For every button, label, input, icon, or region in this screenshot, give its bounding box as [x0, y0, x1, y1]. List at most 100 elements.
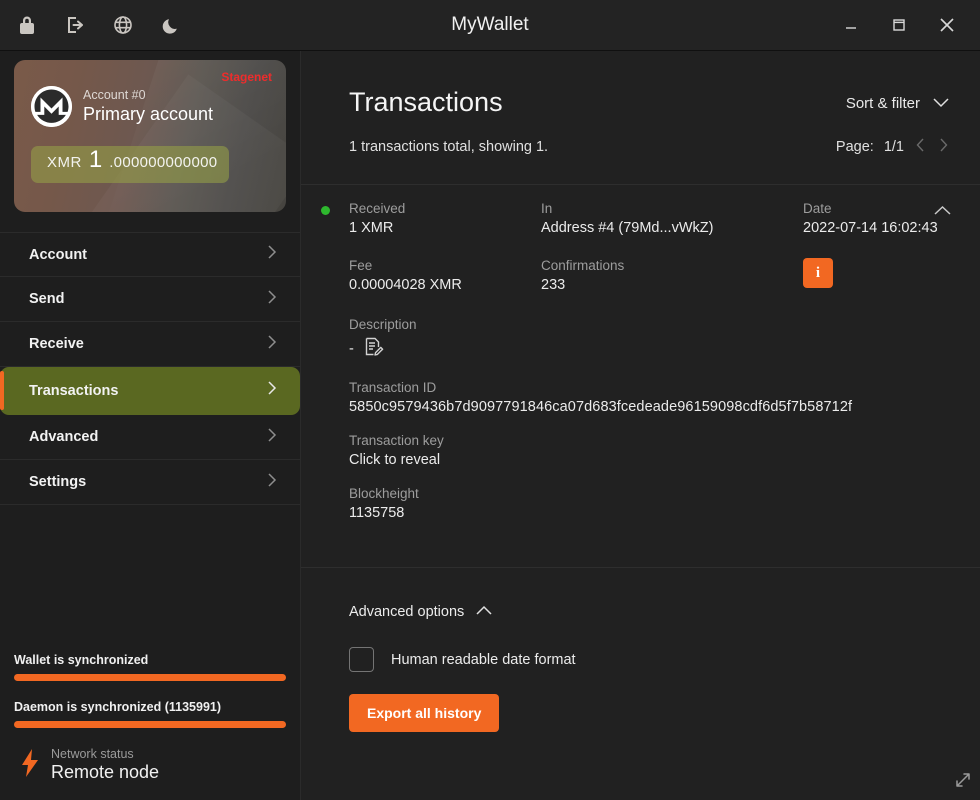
sidebar-item-advanced[interactable]: Advanced [0, 415, 300, 460]
info-button[interactable]: i [803, 258, 833, 288]
monero-logo-icon [31, 86, 72, 127]
pagination: Page: 1/1 [836, 138, 950, 156]
account-identity: Account #0 Primary account [83, 88, 213, 125]
human-readable-date-row: Human readable date format [349, 647, 950, 672]
close-button[interactable] [934, 12, 960, 38]
transaction-in-field: In Address #4 (79Md...vWkZ) [541, 201, 803, 236]
sidebar-item-label: Transactions [29, 383, 118, 399]
sidebar: Stagenet Account #0 Primary account XMR … [0, 51, 301, 800]
field-label: Fee [349, 258, 541, 273]
reveal-transaction-key-button[interactable]: Click to reveal [349, 452, 950, 468]
network-status[interactable]: Network status Remote node [14, 747, 286, 784]
transaction-item[interactable]: Received 1 XMR In Address #4 (79Md...vWk… [301, 184, 980, 568]
advanced-options-section: Advanced options Human readable date for… [301, 568, 980, 732]
transaction-fee-field: Fee 0.00004028 XMR [349, 258, 541, 293]
field-value: Address #4 (79Md...vWkZ) [541, 220, 803, 236]
transaction-status-dot [321, 206, 330, 215]
sidebar-item-label: Advanced [29, 429, 98, 445]
transaction-info-cell: i [803, 258, 950, 293]
sidebar-item-transactions[interactable]: Transactions [0, 367, 300, 415]
field-label: In [541, 201, 803, 216]
collapse-transaction-button[interactable] [933, 203, 952, 221]
transaction-details: Description - [349, 317, 950, 521]
resize-grip-icon[interactable] [954, 771, 972, 794]
wallet-sync-label: Wallet is synchronized [14, 653, 286, 667]
transaction-id-field: Transaction ID 5850c9579436b7d9097791846… [349, 380, 950, 415]
sidebar-nav: Account Send Receive Transactions [0, 232, 300, 505]
sort-filter-dropdown[interactable]: Sort & filter [846, 95, 950, 112]
page-value: 1/1 [884, 139, 904, 155]
chevron-down-icon [932, 95, 950, 112]
maximize-button[interactable] [886, 12, 912, 38]
balance-decimals: .000000000000 [109, 154, 217, 171]
field-label: Description [349, 317, 950, 332]
field-value[interactable]: 5850c9579436b7d9097791846ca07d683fcedead… [349, 399, 950, 415]
human-readable-date-checkbox[interactable] [349, 647, 374, 672]
lock-icon[interactable] [16, 14, 38, 36]
sidebar-item-receive[interactable]: Receive [0, 322, 300, 367]
chevron-right-icon [267, 244, 278, 265]
transaction-count-summary: 1 transactions total, showing 1. [349, 139, 548, 155]
sidebar-item-send[interactable]: Send [0, 277, 300, 322]
account-name: Primary account [83, 104, 213, 126]
main-content: Transactions Sort & filter 1 transaction… [301, 51, 980, 800]
globe-icon[interactable] [112, 14, 134, 36]
lightning-bolt-icon [20, 749, 40, 782]
field-label: Transaction ID [349, 380, 950, 395]
field-value: 1135758 [349, 505, 950, 521]
sidebar-item-label: Receive [29, 336, 84, 352]
balance-currency: XMR [47, 154, 82, 171]
human-readable-date-label: Human readable date format [391, 652, 576, 668]
edit-description-icon[interactable] [363, 336, 384, 362]
sync-status-panel: Wallet is synchronized Daemon is synchro… [0, 653, 300, 800]
minimize-button[interactable] [838, 12, 864, 38]
prev-page-button[interactable] [914, 138, 927, 156]
window-controls [838, 12, 980, 38]
header-bottom-row: 1 transactions total, showing 1. Page: 1… [349, 138, 950, 156]
chevron-up-icon [475, 604, 493, 620]
balance-integer: 1 [89, 146, 102, 174]
chevron-right-icon [267, 380, 278, 401]
account-card[interactable]: Stagenet Account #0 Primary account XMR … [14, 60, 286, 212]
moon-icon[interactable] [160, 14, 182, 36]
network-status-value: Remote node [51, 762, 159, 784]
network-status-text: Network status Remote node [51, 747, 159, 784]
network-status-label: Network status [51, 747, 159, 763]
transaction-key-field: Transaction key Click to reveal [349, 433, 950, 468]
page-title: Transactions [349, 87, 503, 118]
sidebar-item-account[interactable]: Account [0, 232, 300, 277]
chevron-right-icon [267, 472, 278, 493]
daemon-sync-progressbar [14, 721, 286, 728]
transaction-description-field: Description - [349, 317, 950, 362]
title-bar: MyWallet [0, 0, 980, 51]
field-label: Received [349, 201, 541, 216]
field-value: 2022-07-14 16:02:43 [803, 220, 950, 236]
app-body: Stagenet Account #0 Primary account XMR … [0, 51, 980, 800]
field-label: Date [803, 201, 950, 216]
daemon-sync-label: Daemon is synchronized (1135991) [14, 700, 286, 714]
chevron-right-icon [267, 289, 278, 310]
transaction-direction-field: Received 1 XMR [349, 201, 541, 236]
transactions-header: Transactions Sort & filter 1 transaction… [301, 51, 980, 156]
advanced-options-toggle[interactable]: Advanced options [349, 604, 950, 620]
chevron-right-icon [267, 334, 278, 355]
field-value: 233 [541, 277, 803, 293]
field-label: Blockheight [349, 486, 950, 501]
next-page-button[interactable] [937, 138, 950, 156]
logout-icon[interactable] [64, 14, 86, 36]
field-label: Transaction key [349, 433, 950, 448]
transaction-summary-grid: Received 1 XMR In Address #4 (79Md...vWk… [349, 201, 950, 293]
sidebar-item-label: Send [29, 291, 64, 307]
sort-filter-label: Sort & filter [846, 95, 920, 112]
titlebar-icon-group [0, 14, 182, 36]
transaction-confirmations-field: Confirmations 233 [541, 258, 803, 293]
sidebar-item-label: Settings [29, 474, 86, 490]
description-row: - [349, 336, 950, 362]
network-badge: Stagenet [221, 70, 272, 84]
field-value: 1 XMR [349, 220, 541, 236]
transaction-blockheight-field: Blockheight 1135758 [349, 486, 950, 521]
sidebar-item-settings[interactable]: Settings [0, 460, 300, 505]
advanced-options-label: Advanced options [349, 604, 464, 620]
export-all-history-button[interactable]: Export all history [349, 694, 499, 732]
field-value: 0.00004028 XMR [349, 277, 541, 293]
